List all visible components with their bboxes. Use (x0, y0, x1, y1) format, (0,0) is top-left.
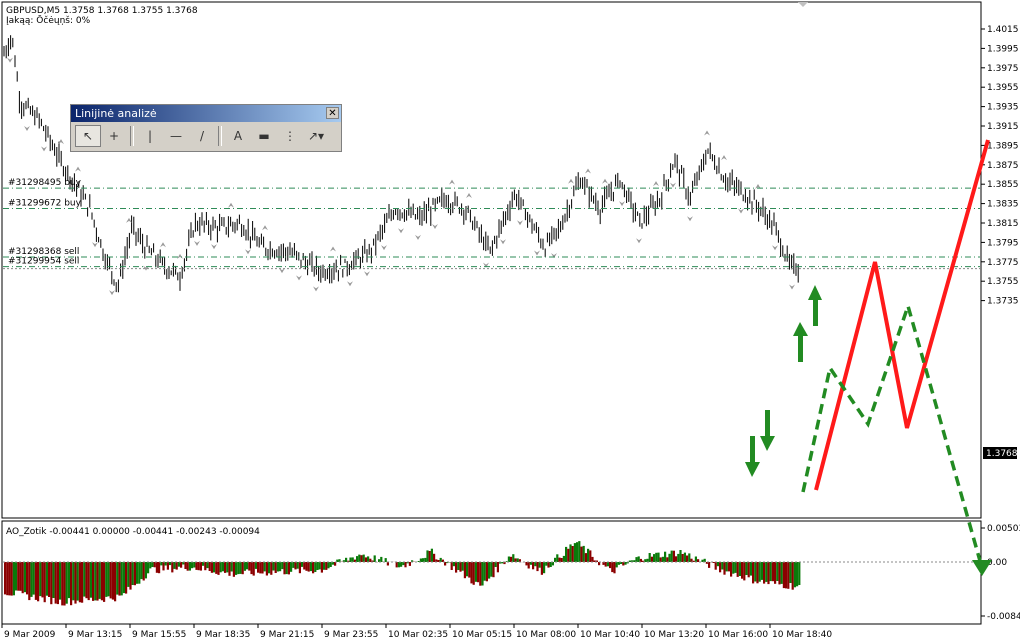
cursor-tool-icon[interactable]: ↖ (75, 125, 101, 147)
price-axis: 1.4015 1.3995 1.3975 1.3955 1.3935 1.3915 1.38… (981, 25, 1019, 307)
price-tick-label: 1.3775 (987, 258, 1019, 268)
order-lines[interactable]: #31298495 buy #31299672 buy #31298368 sell… (3, 178, 980, 270)
time-tick-label: 9 Mar 23:55 (324, 630, 378, 640)
time-tick-label: 10 Mar 02:35 (388, 630, 448, 640)
vertical-line-tool-icon[interactable]: | (137, 125, 163, 147)
sub-header: Įakąą: Ōčėųņš: 0% (6, 15, 91, 26)
line-analysis-toolbar[interactable]: Linijinė analizė ✕ ↖ + | — / A ▬ ⋮ ↗▾ (70, 104, 342, 152)
order-label: #31299672 buy (8, 198, 82, 208)
horizontal-line-tool-icon[interactable]: — (163, 125, 189, 147)
price-tick-label: 1.3835 (987, 200, 1019, 210)
time-tick-label: 10 Mar 08:00 (516, 630, 576, 640)
price-tick-label: 1.3955 (987, 83, 1019, 93)
price-tick-label: 1.3995 (987, 44, 1019, 54)
time-tick-label: 10 Mar 16:00 (708, 630, 768, 640)
scroll-marker-icon[interactable] (798, 2, 808, 7)
text-tool-icon[interactable]: A (225, 125, 251, 147)
green-arrow-down-end-icon (972, 560, 992, 576)
label-tool-icon[interactable]: ▬ (251, 125, 277, 147)
price-tick-label: 1.3875 (987, 161, 1019, 171)
time-tick-label: 9 Mar 21:15 (260, 630, 314, 640)
crosshair-tool-icon[interactable]: + (101, 125, 127, 147)
time-tick-label: 9 Mar 13:15 (68, 630, 122, 640)
time-axis: 9 Mar 2009 9 Mar 13:15 9 Mar 15:55 9 Mar 18… (1, 624, 832, 640)
current-price-label: 1.3768 (986, 449, 1018, 459)
order-label: #31299954 sell (8, 257, 79, 267)
time-tick-label: 9 Mar 15:55 (132, 630, 186, 640)
arrow-up-icon (808, 285, 822, 326)
time-tick-label: 9 Mar 2009 (4, 630, 56, 640)
time-tick-label: 10 Mar 18:40 (772, 630, 832, 640)
indicator-tick-label: -0.00846 (987, 612, 1020, 622)
order-label: #31298495 buy (8, 178, 82, 188)
price-bars (3, 35, 799, 293)
chart-window[interactable]: #31298495 buy #31299672 buy #31298368 sell… (0, 0, 1020, 643)
time-tick-label: 10 Mar 13:20 (644, 630, 704, 640)
symbol-header: GBPUSD,M5 1.3758 1.3768 1.3755 1.3768 (6, 6, 198, 16)
time-tick-label: 10 Mar 10:40 (580, 630, 640, 640)
price-tick-label: 1.3795 (987, 238, 1019, 248)
main-chart-frame (1, 1, 982, 519)
price-tick-label: 1.3915 (987, 122, 1019, 132)
price-tick-label: 1.3855 (987, 180, 1019, 190)
price-tick-label: 1.3735 (987, 297, 1019, 307)
arrows-tool-icon[interactable]: ↗▾ (303, 125, 329, 147)
price-tick-label: 1.3975 (987, 64, 1019, 74)
price-tick-label: 1.3815 (987, 219, 1019, 229)
arrow-down-icon (760, 410, 775, 451)
time-tick-label: 10 Mar 05:15 (452, 630, 512, 640)
toolbar-title: Linijinė analizė (71, 105, 341, 122)
toolbar-buttons: ↖ + | — / A ▬ ⋮ ↗▾ (71, 122, 341, 150)
trendline-tool-icon[interactable]: / (189, 125, 215, 147)
fibonacci-tool-icon[interactable]: ⋮ (277, 125, 303, 147)
arrow-down-icon (745, 436, 760, 477)
price-tick-label: 1.3895 (987, 141, 1019, 151)
close-icon[interactable]: ✕ (326, 107, 339, 119)
indicator-axis: 0.005030.00-0.00846 (981, 524, 1020, 622)
indicator-label: AO_Zotik -0.00441 0.00000 -0.00441 -0.00… (6, 527, 260, 537)
red-zigzag-line[interactable] (814, 139, 990, 491)
price-tick-label: 1.4015 (987, 25, 1019, 35)
price-tick-label: 1.3755 (987, 277, 1019, 287)
arrow-up-icon (793, 322, 808, 362)
ao-histogram (3, 541, 980, 606)
order-label: #31298368 sell (8, 247, 79, 257)
indicator-tick-label: 0.00503 (987, 524, 1020, 534)
price-tick-label: 1.3935 (987, 103, 1019, 113)
time-tick-label: 9 Mar 18:35 (196, 630, 250, 640)
